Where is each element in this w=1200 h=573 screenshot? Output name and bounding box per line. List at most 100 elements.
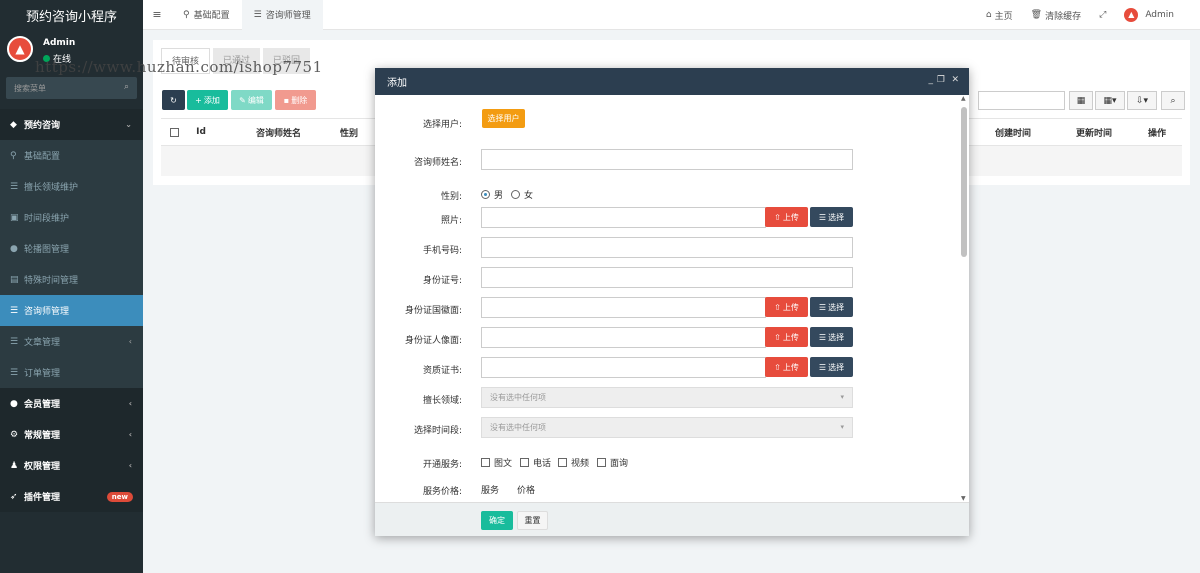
tab-basic-config[interactable]: ⚲ 基础配置 xyxy=(171,0,242,30)
phone-input[interactable] xyxy=(481,237,853,258)
chevron-down-icon: ⌄ xyxy=(125,120,132,129)
id-front-label: 身份证国徽面: xyxy=(404,306,462,316)
id-front-upload-button[interactable]: ⇧ 上传 xyxy=(765,297,808,317)
expertise-label: 擅长领域: xyxy=(422,396,462,406)
select-user-label: 选择用户: xyxy=(422,120,462,130)
services-label: 开通服务: xyxy=(422,460,462,470)
list-icon: ☰ xyxy=(10,181,19,192)
add-dialog: 添加 _ ❐ ✕ 选择用户: 选择用户 咨询师姓名: 性别: 男 女 照片: ⇧… xyxy=(375,68,969,536)
sidebar-item-appointment[interactable]: ◆ 预约咨询 ⌄ xyxy=(0,109,143,140)
top-navbar: ≡ ⚲ 基础配置 ☰ 咨询师管理 ⌂ 主页 🗑 清除缓存 ⤢ ▲ Admin xyxy=(143,0,1200,30)
menu-toggle-icon[interactable]: ≡ xyxy=(143,8,171,21)
maximize-icon[interactable]: ❐ xyxy=(937,75,945,85)
image-icon: ▣ xyxy=(10,212,19,223)
id-back-input[interactable] xyxy=(481,327,766,348)
dialog-header: 添加 _ ❐ ✕ xyxy=(375,68,969,95)
scroll-down-icon[interactable]: ▼ xyxy=(961,495,966,502)
upload-icon: ⇧ xyxy=(774,302,781,312)
user-name: Admin xyxy=(43,38,76,48)
upload-icon: ⇧ xyxy=(774,332,781,342)
qualification-choose-button[interactable]: ☰ 选择 xyxy=(810,357,853,377)
id-front-input[interactable] xyxy=(481,297,766,318)
avatar: ▲ xyxy=(1124,8,1139,22)
photo-input[interactable] xyxy=(481,207,766,228)
dialog-footer: 确定 重置 xyxy=(375,502,969,536)
sidebar-item-basic-config[interactable]: ⚲ 基础配置 xyxy=(0,140,143,171)
sidebar-item-special-time[interactable]: ▤ 特殊时间管理 xyxy=(0,264,143,295)
id-back-choose-button[interactable]: ☰ 选择 xyxy=(810,327,853,347)
time-slot-label: 选择时间段: xyxy=(413,426,462,436)
map-marker-icon: ⚲ xyxy=(10,150,17,161)
user-icon: ● xyxy=(10,398,18,409)
home-icon: ⌂ xyxy=(985,10,992,20)
search-icon: ⌕ xyxy=(123,82,129,92)
dialog-body: 选择用户: 选择用户 咨询师姓名: 性别: 男 女 照片: ⇧ 上传 ☰ 选择 手机… xyxy=(375,95,969,502)
photo-upload-button[interactable]: ⇧ 上传 xyxy=(765,207,808,227)
expertise-select[interactable]: 没有选中任何项 ▾ xyxy=(481,387,853,408)
admin-menu[interactable]: ▲ Admin xyxy=(1115,8,1200,22)
file-icon: ▤ xyxy=(10,274,19,285)
sidebar-item-member[interactable]: ● 会员管理 ‹ xyxy=(0,388,143,419)
list-icon: ☰ xyxy=(10,336,19,347)
service-phone-checkbox[interactable] xyxy=(520,458,529,467)
sidebar-item-carousel[interactable]: ● 轮播图管理 xyxy=(0,233,143,264)
list-icon: ☰ xyxy=(818,302,827,312)
watermark: https://www.huzhan.com/ishop7751 xyxy=(35,58,323,76)
select-user-button[interactable]: 选择用户 xyxy=(482,109,525,128)
avatar: ▲ xyxy=(7,36,33,62)
qualification-label: 资质证书: xyxy=(422,366,462,376)
caret-down-icon: ▾ xyxy=(840,393,844,401)
id-front-choose-button[interactable]: ☰ 选择 xyxy=(810,297,853,317)
price-col-service: 服务 xyxy=(481,486,500,496)
list-icon: ☰ xyxy=(253,9,262,20)
sidebar-item-article[interactable]: ☰ 文章管理 ‹ xyxy=(0,326,143,357)
sidebar-menu: ◆ 预约咨询 ⌄ ⚲ 基础配置 ☰ 擅长领域维护 ▣ 时间段维护 ● 轮播图管理 ▤ 特殊时间… xyxy=(0,109,143,512)
service-video-checkbox[interactable] xyxy=(558,458,567,467)
trash-icon: 🗑 xyxy=(1030,10,1043,20)
reset-button[interactable]: 重置 xyxy=(517,511,548,530)
chevron-left-icon: ‹ xyxy=(128,461,132,470)
id-number-input[interactable] xyxy=(481,267,853,288)
sidebar-item-counselor[interactable]: ☰ 咨询师管理 xyxy=(0,295,143,326)
sidebar-item-timeslot[interactable]: ▣ 时间段维护 xyxy=(0,202,143,233)
time-slot-select[interactable]: 没有选中任何项 ▾ xyxy=(481,417,853,438)
sidebar-search-input[interactable]: 搜索菜单 ⌕ xyxy=(6,77,137,99)
sidebar: 预约咨询小程序 ▲ Admin 在线 搜索菜单 ⌕ ◆ 预约咨询 ⌄ ⚲ 基础配置 ☰… xyxy=(0,0,143,573)
minimize-icon[interactable]: _ xyxy=(929,75,934,85)
photo-choose-button[interactable]: ☰ 选择 xyxy=(810,207,853,227)
sidebar-item-expertise[interactable]: ☰ 擅长领域维护 xyxy=(0,171,143,202)
tab-counselor[interactable]: ☰ 咨询师管理 xyxy=(241,0,323,30)
qualification-input[interactable] xyxy=(481,357,766,378)
name-label: 咨询师姓名: xyxy=(413,158,462,168)
cogs-icon: ⚙ xyxy=(10,429,19,440)
service-text-checkbox[interactable] xyxy=(481,458,490,467)
gender-male-radio[interactable] xyxy=(481,190,490,199)
gender-female-radio[interactable] xyxy=(511,190,520,199)
upload-icon: ⇧ xyxy=(774,362,781,372)
scroll-up-icon[interactable]: ▲ xyxy=(961,95,966,102)
home-link[interactable]: ⌂ 主页 xyxy=(977,9,1022,22)
name-input[interactable] xyxy=(481,149,853,170)
fullscreen-button[interactable]: ⤢ xyxy=(1090,10,1115,20)
list-icon: ☰ xyxy=(818,362,827,372)
service-inperson-checkbox[interactable] xyxy=(597,458,606,467)
app-title: 预约咨询小程序 xyxy=(0,0,143,30)
chevron-left-icon: ‹ xyxy=(128,399,132,408)
cubes-icon: ◆ xyxy=(10,119,17,130)
id-back-upload-button[interactable]: ⇧ 上传 xyxy=(765,327,808,347)
scroll-thumb[interactable] xyxy=(961,107,967,257)
sidebar-item-permission[interactable]: ♟ 权限管理 ‹ xyxy=(0,450,143,481)
sidebar-item-order[interactable]: ☰ 订单管理 xyxy=(0,357,143,388)
list-icon: ☰ xyxy=(818,332,827,342)
id-back-label: 身份证人像面: xyxy=(404,336,462,346)
sidebar-item-plugin[interactable]: ➶ 插件管理 new xyxy=(0,481,143,512)
clear-cache-button[interactable]: 🗑 清除缓存 xyxy=(1022,9,1090,22)
confirm-button[interactable]: 确定 xyxy=(481,511,513,530)
sidebar-item-general[interactable]: ⚙ 常规管理 ‹ xyxy=(0,419,143,450)
qualification-upload-button[interactable]: ⇧ 上传 xyxy=(765,357,808,377)
dialog-scrollbar[interactable]: ▲ ▼ xyxy=(961,95,967,502)
group-icon: ♟ xyxy=(10,460,19,471)
circle-icon: ● xyxy=(10,243,18,254)
close-icon[interactable]: ✕ xyxy=(951,75,959,85)
dialog-title: 添加 xyxy=(387,78,407,89)
